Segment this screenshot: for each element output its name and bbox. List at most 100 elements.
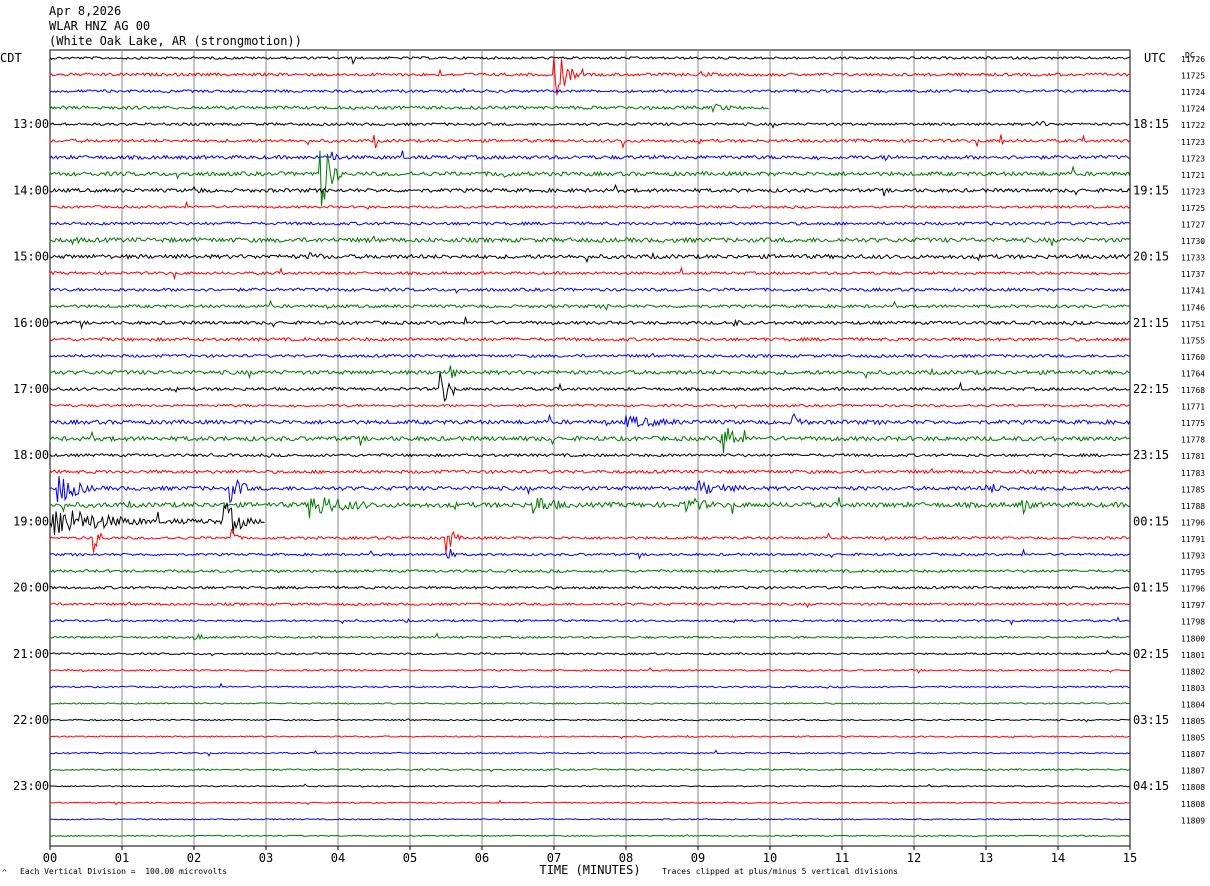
dc-offset-value: 11808 <box>1181 800 1205 809</box>
dc-offset-value: 11796 <box>1181 585 1205 594</box>
x-tick-label: 05 <box>403 851 417 865</box>
dc-offset-value: 11809 <box>1181 816 1205 825</box>
dc-offset-value: 11800 <box>1181 634 1205 643</box>
seismic-trace-row-26 <box>49 475 1131 504</box>
x-tick-label: 06 <box>475 851 489 865</box>
dc-offset-value: 11724 <box>1181 105 1205 114</box>
dc-offset-value: 11796 <box>1181 518 1205 527</box>
dc-offset-value: 11771 <box>1181 403 1205 412</box>
x-tick-label: 09 <box>691 851 705 865</box>
x-tick-label: 12 <box>907 851 921 865</box>
dc-offset-value: 11788 <box>1181 502 1205 511</box>
x-tick-label: 13 <box>979 851 993 865</box>
seismic-trace-row-39 <box>49 702 1131 705</box>
x-tick-label: 04 <box>331 851 345 865</box>
seismic-trace-row-45 <box>49 799 1131 806</box>
x-axis-title: TIME (MINUTES) <box>539 863 640 877</box>
seismic-trace-row-42 <box>49 749 1131 757</box>
dc-offset-value: 11805 <box>1181 717 1205 726</box>
seismic-trace-row-12 <box>49 251 1131 264</box>
seismic-trace-row-27 <box>49 497 1131 518</box>
dc-offset-value: 11733 <box>1181 254 1205 263</box>
seismic-trace-row-32 <box>49 585 1131 590</box>
dc-offset-value: 11741 <box>1181 287 1205 296</box>
dc-offset-value: 11808 <box>1181 783 1205 792</box>
clip-note: Traces clipped at plus/minus 5 vertical … <box>662 867 899 876</box>
dc-offset-value: 11801 <box>1181 651 1205 660</box>
dc-offset-value: 11764 <box>1181 369 1205 378</box>
seismic-trace-row-1 <box>49 57 1131 96</box>
dc-offset-value: 11726 <box>1181 55 1205 64</box>
left-hour-label: 13:00 <box>13 117 49 131</box>
left-hour-label: 15:00 <box>13 250 49 264</box>
seismic-trace-row-46 <box>49 818 1131 821</box>
right-hour-label: 02:15 <box>1133 647 1169 661</box>
left-hour-label: 23:00 <box>13 779 49 793</box>
seismic-trace-row-6 <box>49 150 1131 162</box>
dc-offset-value: 11730 <box>1181 237 1205 246</box>
seismic-trace-row-2 <box>49 87 1131 94</box>
dc-offset-value: 11797 <box>1181 601 1205 610</box>
seismic-trace-row-4 <box>49 120 1131 129</box>
dc-offset-value: 11803 <box>1181 684 1205 693</box>
corner-mark: ^ <box>2 868 7 877</box>
dc-offset-value: 11798 <box>1181 618 1205 627</box>
dc-offset-value: 11781 <box>1181 452 1205 461</box>
seismic-trace-row-9 <box>49 200 1131 210</box>
dc-offset-value: 11805 <box>1181 734 1205 743</box>
dc-offset-value: 11746 <box>1181 303 1205 312</box>
seismic-trace-row-17 <box>49 336 1131 343</box>
seismic-trace-row-36 <box>49 649 1131 657</box>
dc-offset-value: 11760 <box>1181 353 1205 362</box>
seismic-trace-row-22 <box>49 413 1131 428</box>
left-hour-label: 18:00 <box>13 448 49 462</box>
left-hour-label: 20:00 <box>13 581 49 595</box>
dc-offset-value: 11795 <box>1181 568 1205 577</box>
left-hour-label: 21:00 <box>13 647 49 661</box>
x-tick-label: 11 <box>835 851 849 865</box>
dc-offset-value: 11737 <box>1181 270 1205 279</box>
left-hour-label: 19:00 <box>13 514 49 528</box>
seismic-trace-row-19 <box>49 365 1131 380</box>
seismic-trace-row-23 <box>49 427 1131 453</box>
dc-offset-value: 11723 <box>1181 138 1205 147</box>
dc-offset-value: 11724 <box>1181 88 1205 97</box>
seismic-trace-row-30 <box>49 548 1131 560</box>
dc-offset-value: 11807 <box>1181 750 1205 759</box>
left-hour-label: 22:00 <box>13 713 49 727</box>
x-tick-label: 10 <box>763 851 777 865</box>
seismic-trace-row-44 <box>49 783 1130 788</box>
seismic-trace-row-14 <box>49 287 1131 294</box>
x-tick-label: 00 <box>43 851 57 865</box>
left-hour-label: 17:00 <box>13 382 49 396</box>
dc-offset-value: 11751 <box>1181 320 1205 329</box>
x-tick-label: 03 <box>259 851 273 865</box>
dc-offset-value: 11791 <box>1181 535 1205 544</box>
right-hour-label: 22:15 <box>1133 382 1169 396</box>
seismic-trace-row-38 <box>49 682 1131 689</box>
x-tick-label: 15 <box>1123 851 1137 865</box>
seismic-trace-row-34 <box>49 616 1131 626</box>
seismic-trace-row-21 <box>49 403 1131 409</box>
dc-offset-value: 11755 <box>1181 336 1205 345</box>
seismic-trace-row-24 <box>49 452 1131 458</box>
dc-offset-value: 11768 <box>1181 386 1205 395</box>
plot-frame <box>49 49 1131 847</box>
seismic-trace-row-43 <box>49 768 1131 773</box>
seismic-trace-row-25 <box>49 468 1131 475</box>
right-hour-label: 21:15 <box>1133 316 1169 330</box>
x-tick-label: 14 <box>1051 851 1065 865</box>
seismic-trace-row-29 <box>49 528 1131 554</box>
right-timezone-label: UTC <box>1144 51 1166 65</box>
right-hour-label: 19:15 <box>1133 183 1169 197</box>
seismic-trace-row-15 <box>49 299 1131 311</box>
dc-offset-value: 11807 <box>1181 767 1205 776</box>
seismic-trace-row-20 <box>49 372 1131 402</box>
x-tick-label: 01 <box>115 851 129 865</box>
dc-offset-value: 11727 <box>1181 221 1205 230</box>
seismic-trace-row-47 <box>49 834 1131 838</box>
seismic-trace-row-0 <box>49 55 1131 66</box>
dc-offset-value: 11725 <box>1181 204 1205 213</box>
seismic-trace-row-10 <box>49 220 1131 227</box>
dc-offset-value: 11723 <box>1181 154 1205 163</box>
